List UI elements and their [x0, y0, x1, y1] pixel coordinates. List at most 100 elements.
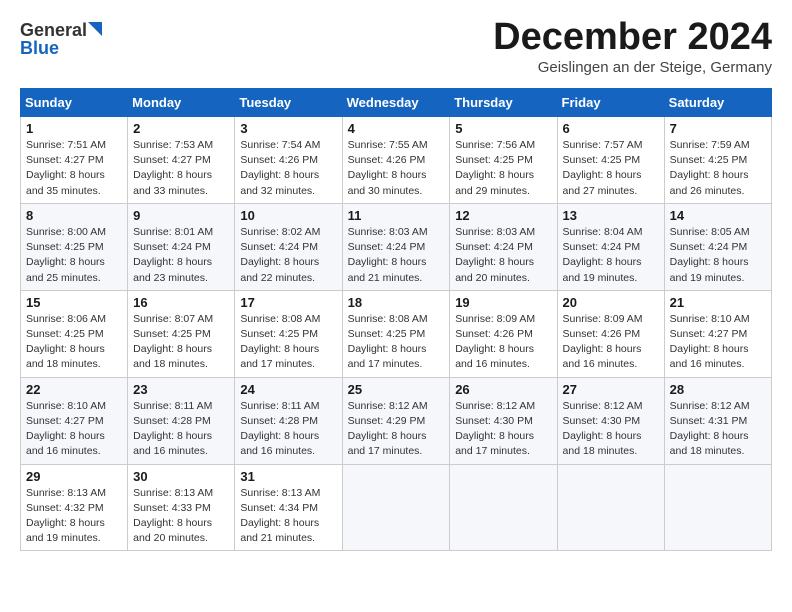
day-info: Sunrise: 8:08 AM Sunset: 4:25 PM Dayligh… [348, 312, 445, 373]
day-number: 13 [563, 208, 659, 223]
calendar-cell: 23 Sunrise: 8:11 AM Sunset: 4:28 PM Dayl… [128, 377, 235, 464]
day-number: 27 [563, 382, 659, 397]
day-header-thursday: Thursday [450, 89, 557, 117]
logo: General Blue [20, 16, 110, 60]
day-number: 30 [133, 469, 229, 484]
day-info: Sunrise: 8:13 AM Sunset: 4:34 PM Dayligh… [240, 486, 336, 547]
day-info: Sunrise: 7:54 AM Sunset: 4:26 PM Dayligh… [240, 138, 336, 199]
day-number: 21 [670, 295, 766, 310]
calendar-cell: 16 Sunrise: 8:07 AM Sunset: 4:25 PM Dayl… [128, 290, 235, 377]
day-number: 12 [455, 208, 551, 223]
calendar-cell: 21 Sunrise: 8:10 AM Sunset: 4:27 PM Dayl… [664, 290, 771, 377]
day-info: Sunrise: 8:06 AM Sunset: 4:25 PM Dayligh… [26, 312, 122, 373]
day-info: Sunrise: 7:57 AM Sunset: 4:25 PM Dayligh… [563, 138, 659, 199]
day-info: Sunrise: 7:51 AM Sunset: 4:27 PM Dayligh… [26, 138, 122, 199]
calendar-cell: 31 Sunrise: 8:13 AM Sunset: 4:34 PM Dayl… [235, 464, 342, 551]
day-number: 25 [348, 382, 445, 397]
day-info: Sunrise: 8:03 AM Sunset: 4:24 PM Dayligh… [348, 225, 445, 286]
day-info: Sunrise: 8:12 AM Sunset: 4:31 PM Dayligh… [670, 399, 766, 460]
day-number: 31 [240, 469, 336, 484]
calendar-cell: 12 Sunrise: 8:03 AM Sunset: 4:24 PM Dayl… [450, 203, 557, 290]
day-info: Sunrise: 8:11 AM Sunset: 4:28 PM Dayligh… [133, 399, 229, 460]
calendar-cell [664, 464, 771, 551]
calendar-cell: 30 Sunrise: 8:13 AM Sunset: 4:33 PM Dayl… [128, 464, 235, 551]
day-info: Sunrise: 8:07 AM Sunset: 4:25 PM Dayligh… [133, 312, 229, 373]
day-info: Sunrise: 8:00 AM Sunset: 4:25 PM Dayligh… [26, 225, 122, 286]
day-number: 17 [240, 295, 336, 310]
day-header-tuesday: Tuesday [235, 89, 342, 117]
day-number: 28 [670, 382, 766, 397]
day-number: 5 [455, 121, 551, 136]
calendar-cell [557, 464, 664, 551]
calendar-cell: 4 Sunrise: 7:55 AM Sunset: 4:26 PM Dayli… [342, 117, 450, 204]
day-info: Sunrise: 8:10 AM Sunset: 4:27 PM Dayligh… [670, 312, 766, 373]
day-info: Sunrise: 7:55 AM Sunset: 4:26 PM Dayligh… [348, 138, 445, 199]
day-info: Sunrise: 8:08 AM Sunset: 4:25 PM Dayligh… [240, 312, 336, 373]
day-number: 18 [348, 295, 445, 310]
calendar-cell: 9 Sunrise: 8:01 AM Sunset: 4:24 PM Dayli… [128, 203, 235, 290]
day-info: Sunrise: 7:56 AM Sunset: 4:25 PM Dayligh… [455, 138, 551, 199]
calendar-cell: 3 Sunrise: 7:54 AM Sunset: 4:26 PM Dayli… [235, 117, 342, 204]
calendar-cell [342, 464, 450, 551]
calendar-cell: 29 Sunrise: 8:13 AM Sunset: 4:32 PM Dayl… [21, 464, 128, 551]
day-info: Sunrise: 8:09 AM Sunset: 4:26 PM Dayligh… [563, 312, 659, 373]
calendar-cell: 15 Sunrise: 8:06 AM Sunset: 4:25 PM Dayl… [21, 290, 128, 377]
day-number: 22 [26, 382, 122, 397]
day-number: 11 [348, 208, 445, 223]
day-number: 14 [670, 208, 766, 223]
calendar-week-4: 22 Sunrise: 8:10 AM Sunset: 4:27 PM Dayl… [21, 377, 772, 464]
day-number: 7 [670, 121, 766, 136]
day-info: Sunrise: 8:09 AM Sunset: 4:26 PM Dayligh… [455, 312, 551, 373]
calendar-cell: 25 Sunrise: 8:12 AM Sunset: 4:29 PM Dayl… [342, 377, 450, 464]
day-info: Sunrise: 8:05 AM Sunset: 4:24 PM Dayligh… [670, 225, 766, 286]
calendar-cell: 14 Sunrise: 8:05 AM Sunset: 4:24 PM Dayl… [664, 203, 771, 290]
calendar-cell: 2 Sunrise: 7:53 AM Sunset: 4:27 PM Dayli… [128, 117, 235, 204]
calendar-cell: 8 Sunrise: 8:00 AM Sunset: 4:25 PM Dayli… [21, 203, 128, 290]
calendar-cell: 27 Sunrise: 8:12 AM Sunset: 4:30 PM Dayl… [557, 377, 664, 464]
calendar-cell: 28 Sunrise: 8:12 AM Sunset: 4:31 PM Dayl… [664, 377, 771, 464]
day-number: 26 [455, 382, 551, 397]
day-info: Sunrise: 8:04 AM Sunset: 4:24 PM Dayligh… [563, 225, 659, 286]
day-header-saturday: Saturday [664, 89, 771, 117]
day-number: 19 [455, 295, 551, 310]
day-number: 2 [133, 121, 229, 136]
calendar-cell: 13 Sunrise: 8:04 AM Sunset: 4:24 PM Dayl… [557, 203, 664, 290]
calendar-week-3: 15 Sunrise: 8:06 AM Sunset: 4:25 PM Dayl… [21, 290, 772, 377]
calendar-cell: 1 Sunrise: 7:51 AM Sunset: 4:27 PM Dayli… [21, 117, 128, 204]
day-number: 15 [26, 295, 122, 310]
day-number: 16 [133, 295, 229, 310]
day-info: Sunrise: 8:11 AM Sunset: 4:28 PM Dayligh… [240, 399, 336, 460]
calendar-cell: 26 Sunrise: 8:12 AM Sunset: 4:30 PM Dayl… [450, 377, 557, 464]
day-info: Sunrise: 7:53 AM Sunset: 4:27 PM Dayligh… [133, 138, 229, 199]
day-info: Sunrise: 8:10 AM Sunset: 4:27 PM Dayligh… [26, 399, 122, 460]
calendar-cell: 20 Sunrise: 8:09 AM Sunset: 4:26 PM Dayl… [557, 290, 664, 377]
day-info: Sunrise: 8:02 AM Sunset: 4:24 PM Dayligh… [240, 225, 336, 286]
day-info: Sunrise: 7:59 AM Sunset: 4:25 PM Dayligh… [670, 138, 766, 199]
day-header-sunday: Sunday [21, 89, 128, 117]
day-number: 4 [348, 121, 445, 136]
calendar-week-2: 8 Sunrise: 8:00 AM Sunset: 4:25 PM Dayli… [21, 203, 772, 290]
calendar-cell: 24 Sunrise: 8:11 AM Sunset: 4:28 PM Dayl… [235, 377, 342, 464]
day-info: Sunrise: 8:12 AM Sunset: 4:29 PM Dayligh… [348, 399, 445, 460]
day-number: 1 [26, 121, 122, 136]
day-info: Sunrise: 8:01 AM Sunset: 4:24 PM Dayligh… [133, 225, 229, 286]
calendar-cell: 18 Sunrise: 8:08 AM Sunset: 4:25 PM Dayl… [342, 290, 450, 377]
day-number: 24 [240, 382, 336, 397]
day-info: Sunrise: 8:12 AM Sunset: 4:30 PM Dayligh… [455, 399, 551, 460]
calendar-cell: 6 Sunrise: 7:57 AM Sunset: 4:25 PM Dayli… [557, 117, 664, 204]
day-number: 23 [133, 382, 229, 397]
day-number: 3 [240, 121, 336, 136]
calendar-cell: 5 Sunrise: 7:56 AM Sunset: 4:25 PM Dayli… [450, 117, 557, 204]
day-number: 10 [240, 208, 336, 223]
calendar-cell: 7 Sunrise: 7:59 AM Sunset: 4:25 PM Dayli… [664, 117, 771, 204]
calendar-cell: 19 Sunrise: 8:09 AM Sunset: 4:26 PM Dayl… [450, 290, 557, 377]
day-header-wednesday: Wednesday [342, 89, 450, 117]
day-number: 20 [563, 295, 659, 310]
calendar: SundayMondayTuesdayWednesdayThursdayFrid… [20, 88, 772, 551]
day-info: Sunrise: 8:13 AM Sunset: 4:32 PM Dayligh… [26, 486, 122, 547]
day-number: 8 [26, 208, 122, 223]
day-info: Sunrise: 8:13 AM Sunset: 4:33 PM Dayligh… [133, 486, 229, 547]
calendar-cell: 10 Sunrise: 8:02 AM Sunset: 4:24 PM Dayl… [235, 203, 342, 290]
calendar-cell: 11 Sunrise: 8:03 AM Sunset: 4:24 PM Dayl… [342, 203, 450, 290]
day-header-monday: Monday [128, 89, 235, 117]
